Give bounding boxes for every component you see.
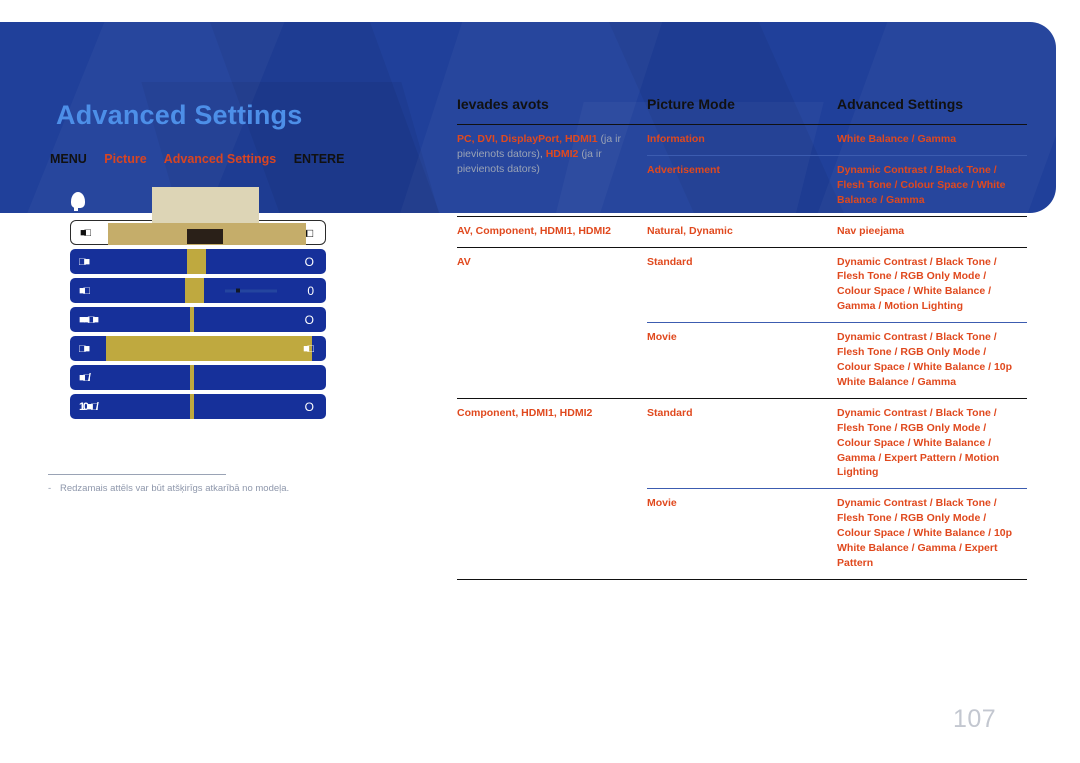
osd-row-label: ■■□■ [79, 313, 99, 326]
osd-menu-glyph-icon [71, 192, 85, 211]
source-main-2: HDMI2 [545, 147, 579, 160]
osd-row-value: O [304, 254, 314, 269]
osd-track-dot [236, 288, 240, 292]
cell-picture-mode: Standard [647, 246, 837, 323]
footnote-text: Redzamais attēls var būt atšķirīgs atkar… [60, 483, 290, 494]
cell-picture-mode: Information [647, 133, 705, 145]
osd-row-selected[interactable]: ■□ ■□ [70, 220, 326, 245]
osd-row-label: 10■□/ [79, 400, 99, 413]
osd-row-label: ■□/ [79, 371, 91, 384]
breadcrumb: MENU Picture Advanced Settings ENTERE [50, 152, 358, 166]
cell-advanced-settings: Dynamic Contrast / Black Tone / Flesh To… [837, 154, 1027, 217]
footnote-dash: - [48, 483, 52, 494]
table-row: AV, Component, HDMI1, HDMI2 Natural, Dyn… [457, 215, 1027, 248]
table-bottom-rule [457, 578, 1027, 580]
cell-picture-mode: Standard [647, 397, 837, 489]
osd-row-value: ■□ [303, 342, 314, 355]
source-main: PC, DVI, DisplayPort, HDMI1 [457, 133, 598, 145]
osd-row-highlighted[interactable]: □■ ■□ [70, 336, 326, 361]
osd-row-value: O [304, 312, 314, 327]
osd-row-label: ■□ [80, 226, 91, 239]
table-row: Component, HDMI1, HDMI2 Standard Dynamic… [457, 397, 1027, 579]
breadcrumb-item-advanced-settings: Advanced Settings [163, 152, 277, 166]
tv-osd-menu: ■□ ■□ □■ O ■□ 0 ■■□■ O □■ ■□ ■□/ 10■□/ O [70, 220, 326, 423]
cell-input-source: PC, DVI, DisplayPort, HDMI1 (ja ir pievi… [457, 125, 647, 217]
osd-row-label: □■ [79, 342, 90, 355]
cell-picture-mode: Movie [647, 488, 837, 579]
osd-row-label: ■□ [79, 284, 90, 297]
cell-advanced-settings: Dynamic Contrast / Black Tone / Flesh To… [837, 322, 1027, 399]
table-row: PC, DVI, DisplayPort, HDMI1 (ja ir pievi… [457, 125, 1027, 175]
breadcrumb-item-picture: Picture [104, 152, 147, 166]
column-header-picture-mode: Picture Mode [647, 96, 735, 112]
osd-slider-thumb[interactable] [187, 249, 206, 274]
cell-picture-mode: Movie [647, 322, 837, 399]
osd-slider-thumb[interactable] [190, 307, 194, 332]
source-note-3: dators) [507, 162, 540, 175]
breadcrumb-item-enter: ENTERE [293, 152, 345, 166]
osd-slider-track[interactable] [225, 288, 277, 292]
spec-table-wrapper: Ievades avots Picture Mode Advanced Sett… [457, 96, 1027, 580]
osd-row-label: □■ [79, 255, 90, 268]
osd-row[interactable]: ■□ 0 [70, 278, 326, 303]
osd-row[interactable]: 10■□/ O [70, 394, 326, 419]
cell-picture-mode: Natural, Dynamic [647, 215, 837, 248]
column-header-advanced-settings: Advanced Settings [837, 96, 964, 112]
cell-advanced-settings: Dynamic Contrast / Black Tone / Flesh To… [837, 246, 1027, 323]
cell-advanced-settings: White Balance / Gamma [837, 133, 957, 145]
spec-table-body: PC, DVI, DisplayPort, HDMI1 (ja ir pievi… [457, 125, 1027, 579]
footnote-divider [48, 474, 226, 475]
spec-table-head: Ievades avots Picture Mode Advanced Sett… [457, 96, 1027, 125]
osd-slider-thumb[interactable] [185, 278, 204, 303]
table-row: AV Standard Dynamic Contrast / Black Ton… [457, 246, 1027, 399]
cell-picture-mode: Advertisement [647, 154, 837, 217]
cell-input-source: Component, HDMI1, HDMI2 [457, 397, 647, 579]
cell-advanced-settings: Dynamic Contrast / Black Tone / Flesh To… [837, 488, 1027, 579]
osd-row[interactable]: □■ O [70, 249, 326, 274]
footnote: - Redzamais attēls var būt atšķirīgs atka… [48, 483, 378, 494]
cell-advanced-settings: Dynamic Contrast / Black Tone / Flesh To… [837, 397, 1027, 489]
osd-row-value: 0 [307, 283, 314, 298]
spec-table: Ievades avots Picture Mode Advanced Sett… [457, 96, 1027, 579]
page-title: Advanced Settings [56, 100, 303, 130]
osd-row[interactable]: ■■□■ O [70, 307, 326, 332]
osd-slider-thumb[interactable] [190, 365, 194, 390]
osd-slider-thumb[interactable] [190, 394, 194, 419]
osd-row[interactable]: ■□/ [70, 365, 326, 390]
table-header-row: Ievades avots Picture Mode Advanced Sett… [457, 96, 1027, 125]
cell-input-source: AV [457, 246, 647, 399]
osd-row-value: O [304, 399, 314, 414]
osd-row-value: ■□ [300, 225, 313, 240]
osd-fill-bar[interactable] [106, 336, 312, 361]
page-number: 107 [953, 705, 997, 733]
cell-input-source: AV, Component, HDMI1, HDMI2 [457, 215, 647, 248]
column-header-input-source: Ievades avots [457, 96, 549, 112]
cell-advanced-settings: Nav pieejama [837, 215, 1027, 248]
breadcrumb-item-menu: MENU [50, 152, 87, 166]
